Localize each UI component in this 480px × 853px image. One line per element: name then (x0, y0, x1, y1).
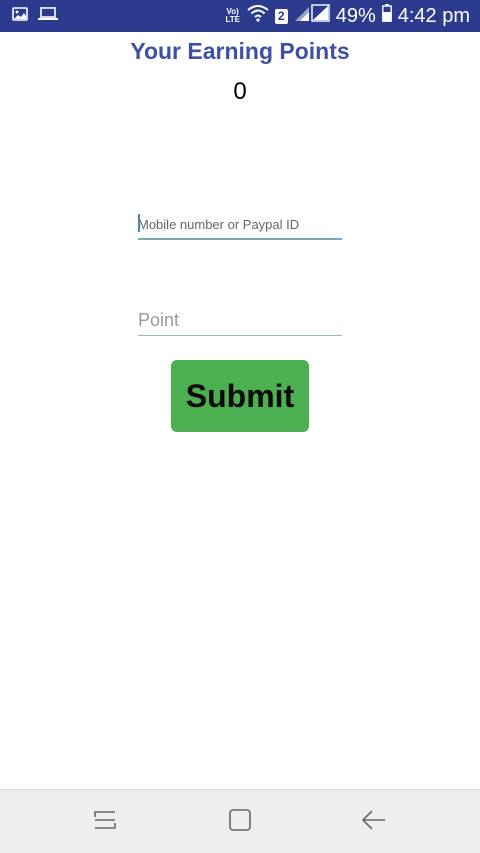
navigation-bar (0, 789, 480, 853)
recent-apps-button[interactable] (89, 808, 121, 836)
battery-percent: 49% (335, 4, 376, 27)
status-right-icons: Vo) LTE 2 49% 4:42 pm (225, 0, 470, 32)
volte-bottom-label: LTE (225, 15, 240, 24)
screen: Vo) LTE 2 49% 4:42 pm Your Earning Point… (0, 0, 480, 853)
points-value: 0 (233, 78, 247, 105)
mobile-or-paypal-input[interactable] (138, 214, 342, 240)
home-icon (228, 808, 252, 837)
gallery-icon (12, 7, 28, 26)
back-icon (361, 808, 387, 837)
submit-button[interactable]: Submit (171, 360, 309, 432)
wifi-icon (247, 4, 269, 28)
point-input[interactable] (138, 309, 342, 336)
text-cursor (138, 214, 140, 232)
sim-badge: 2 (274, 8, 288, 24)
status-bar: Vo) LTE 2 49% 4:42 pm (0, 0, 480, 32)
signal-icon (294, 4, 330, 28)
battery-icon (381, 4, 392, 28)
recent-apps-icon (92, 808, 118, 837)
volte-indicator: Vo) LTE (225, 8, 241, 24)
laptop-icon (38, 7, 58, 26)
page-title: Your Earning Points (130, 38, 350, 64)
status-left-icons (12, 7, 58, 26)
back-button[interactable] (358, 808, 390, 836)
home-button[interactable] (224, 808, 256, 836)
clock: 4:42 pm (397, 4, 470, 27)
